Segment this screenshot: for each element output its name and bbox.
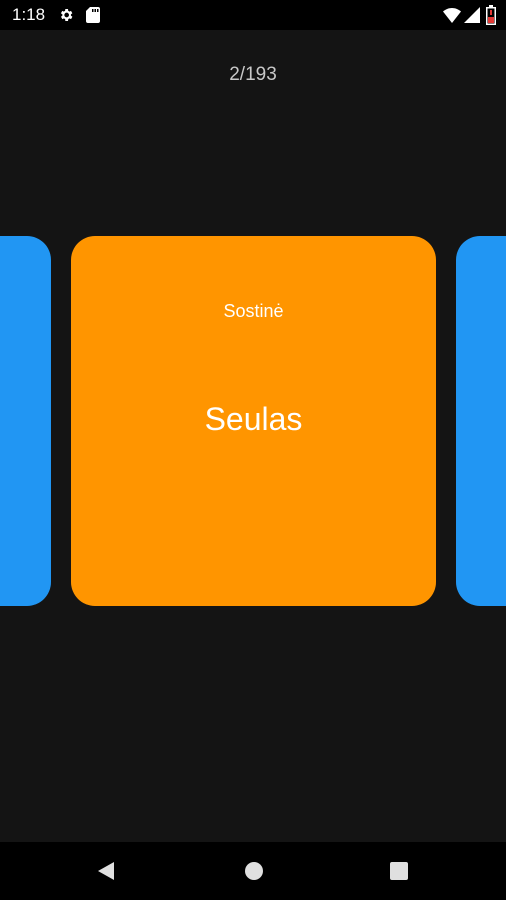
navigation-bar bbox=[0, 842, 506, 900]
battery-icon bbox=[486, 5, 496, 25]
card-value: Seulas bbox=[204, 401, 303, 437]
wifi-icon bbox=[443, 8, 461, 23]
next-card[interactable] bbox=[456, 236, 506, 606]
flashcard-screen: 1:18 2/193 Sostinė Seulas bbox=[0, 0, 506, 900]
back-icon[interactable] bbox=[96, 861, 116, 881]
current-card[interactable]: Sostinė Seulas bbox=[71, 236, 436, 606]
status-bar: 1:18 bbox=[0, 0, 506, 30]
status-time: 1:18 bbox=[12, 5, 46, 24]
signal-icon bbox=[464, 7, 480, 23]
recents-icon[interactable] bbox=[390, 862, 408, 880]
home-icon[interactable] bbox=[244, 861, 264, 881]
sd-card-icon bbox=[86, 7, 100, 23]
card-counter: 2/193 bbox=[229, 64, 277, 85]
previous-card[interactable] bbox=[0, 236, 51, 606]
card-label: Sostinė bbox=[223, 301, 284, 321]
settings-icon bbox=[60, 9, 73, 21]
